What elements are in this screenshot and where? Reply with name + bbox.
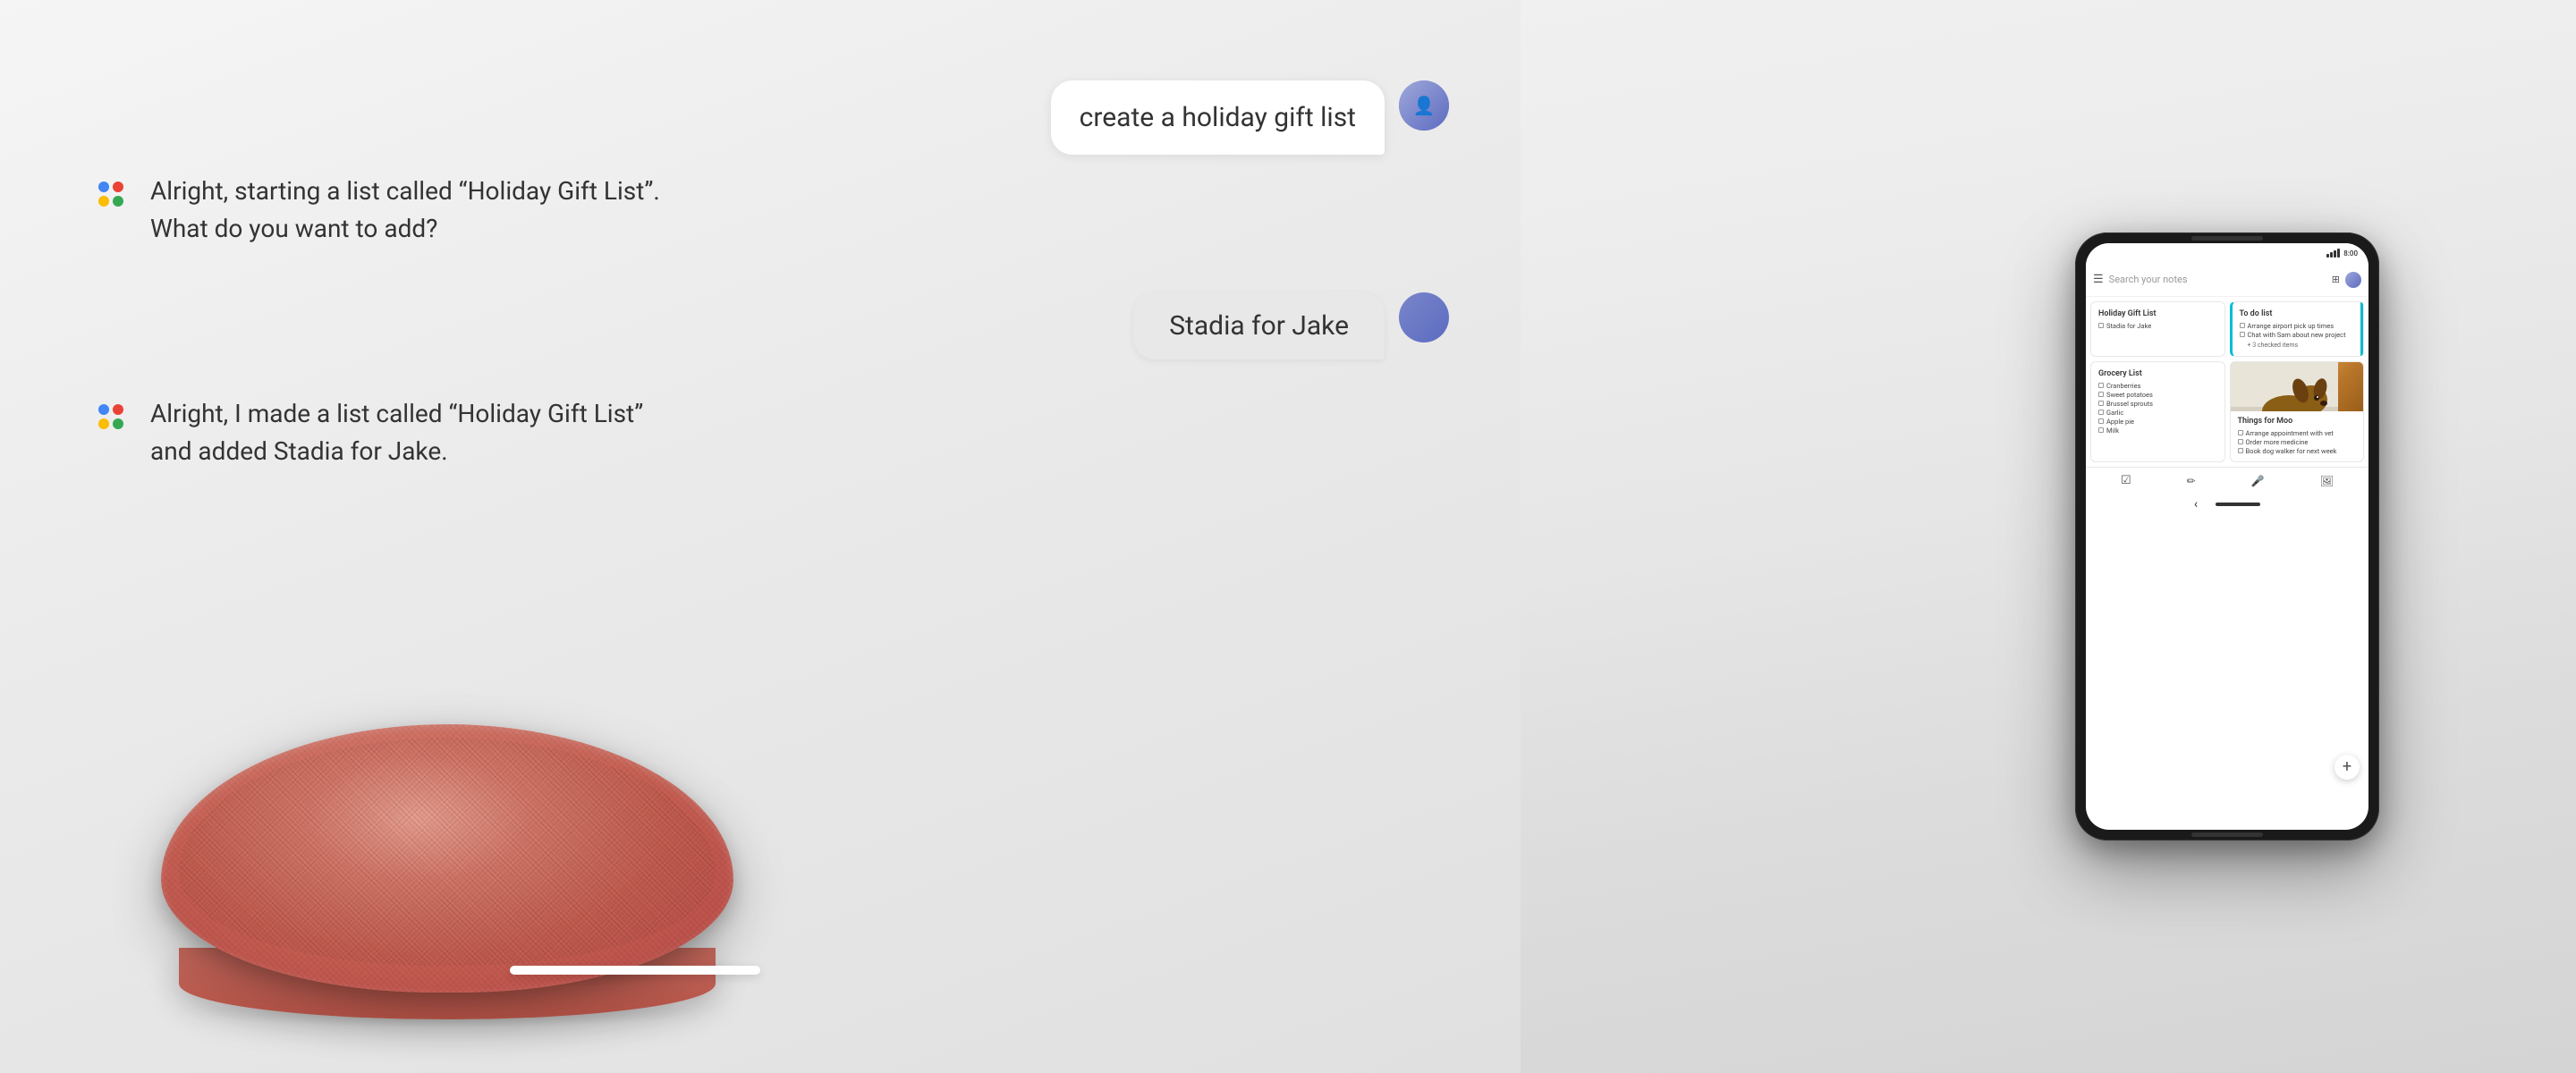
note-grocery-list[interactable]: Grocery List Cranberries Sweet potatoes … — [2090, 361, 2225, 462]
note-title-moo: Things for Moo — [2238, 417, 2357, 426]
checkbox-garlic — [2098, 410, 2104, 415]
chat-area: create a holiday gift list 👤 Alright, st… — [0, 0, 1521, 1073]
phone-frame: 8:00 ☰ Search your notes ⊞ Holiday Gift … — [2075, 232, 2379, 841]
checkbox-sam — [2240, 332, 2245, 337]
toolbar-checklist-icon[interactable]: ☑ — [2121, 474, 2131, 487]
dog-photo — [2231, 362, 2364, 411]
dot-green — [113, 196, 123, 207]
toolbar-image-icon[interactable]: 🖼 — [2320, 475, 2334, 487]
note-title-grocery: Grocery List — [2098, 369, 2217, 378]
google-home-mini-speaker — [89, 697, 805, 1037]
note-title-todo: To do list — [2240, 309, 2359, 318]
search-input-label[interactable]: Search your notes — [2109, 274, 2326, 285]
user-avatar-2 — [1399, 292, 1449, 342]
phone-top-speaker — [2191, 236, 2263, 241]
more-items-label: + 3 checked items — [2240, 342, 2359, 349]
checkbox-airport — [2240, 323, 2245, 328]
checkbox-milk — [2098, 427, 2104, 433]
back-button[interactable]: ‹ — [2194, 497, 2198, 511]
phone-bottom-speaker — [2191, 832, 2263, 837]
search-right-controls: ⊞ — [2332, 272, 2361, 288]
dog-svg — [2231, 362, 2338, 411]
signal-icon — [2326, 249, 2340, 258]
hamburger-menu-icon[interactable]: ☰ — [2093, 273, 2104, 286]
google-dots-grid-2 — [98, 404, 123, 429]
speaker-cable — [510, 966, 760, 975]
stadia-bubble: Stadia for Jake — [1133, 292, 1385, 359]
note-item-airport: Arrange airport pick up times — [2240, 322, 2359, 330]
user-message-1-text: create a holiday gift list — [1080, 102, 1356, 133]
user-message-2-container: Stadia for Jake — [72, 292, 1449, 359]
google-dots-grid — [98, 182, 123, 207]
dot-blue-2 — [98, 404, 109, 415]
note-item-sweet-potatoes: Sweet potatoes — [2098, 391, 2217, 399]
signal-bar-4 — [2337, 249, 2340, 258]
checkbox-apple-pie — [2098, 418, 2104, 424]
todo-stripe — [2360, 302, 2363, 356]
note-todo-list[interactable]: To do list Arrange airport pick up times… — [2230, 301, 2365, 357]
battery-level: 8:00 — [2343, 249, 2358, 258]
dot-green-2 — [113, 418, 123, 429]
note-item-milk: Milk — [2098, 427, 2217, 435]
search-bar[interactable]: ☰ Search your notes ⊞ — [2086, 263, 2368, 297]
time-display: 8:00 — [2343, 249, 2358, 258]
signal-bar-1 — [2326, 254, 2329, 258]
toolbar-pen-icon[interactable]: ✏ — [2187, 475, 2196, 487]
speaker-body — [161, 724, 733, 993]
things-for-moo-content: Things for Moo Arrange appointment with … — [2231, 411, 2364, 461]
checkbox-dog-walker — [2238, 448, 2243, 453]
checkbox-sweet-potatoes — [2098, 392, 2104, 397]
note-item-brussel-sprouts: Brussel sprouts — [2098, 400, 2217, 408]
note-item-stadia: Stadia for Jake — [2098, 322, 2217, 330]
note-item-chat-sam: Chat with Sam about new project — [2240, 331, 2359, 339]
note-item-medicine: Order more medicine — [2238, 438, 2357, 446]
signal-bar-3 — [2334, 250, 2336, 258]
note-holiday-gift-list[interactable]: Holiday Gift List Stadia for Jake — [2090, 301, 2225, 357]
note-item-vet: Arrange appointment with vet — [2238, 429, 2357, 437]
note-title-holiday: Holiday Gift List — [2098, 309, 2217, 318]
assistant-response-2-container: Alright, I made a list called “Holiday G… — [89, 395, 1449, 470]
signal-bar-2 — [2330, 252, 2333, 258]
bottom-toolbar: ☑ ✏ 🎤 🖼 — [2086, 467, 2368, 494]
phone-container: 8:00 ☰ Search your notes ⊞ Holiday Gift … — [2075, 18, 2379, 1055]
assistant-response-1-container: Alright, starting a list called “Holiday… — [89, 173, 1449, 248]
user-message-2-text: Stadia for Jake — [1169, 310, 1349, 342]
dot-red — [113, 182, 123, 192]
fab-plus-icon: + — [2343, 759, 2351, 775]
nav-bar: ‹ — [2086, 494, 2368, 515]
user-message-1-container: create a holiday gift list 👤 — [72, 80, 1449, 155]
google-assistant-icon — [89, 173, 132, 215]
google-assistant-icon-2 — [89, 395, 132, 438]
user-avatar: 👤 — [1399, 80, 1449, 131]
note-item-cranberries: Cranberries — [2098, 382, 2217, 390]
note-item-dog-walker: Book dog walker for next week — [2238, 447, 2357, 455]
checkbox-stadia — [2098, 323, 2104, 328]
grid-view-icon[interactable]: ⊞ — [2332, 274, 2340, 285]
assistant-message-2-text: Alright, I made a list called “Holiday G… — [150, 395, 643, 470]
checkbox-medicine — [2238, 439, 2243, 444]
checkbox-brussel — [2098, 401, 2104, 406]
checkbox-vet — [2238, 430, 2243, 435]
dot-yellow-2 — [98, 418, 109, 429]
notes-grid: Holiday Gift List Stadia for Jake To do … — [2086, 297, 2368, 467]
dot-red-2 — [113, 404, 123, 415]
dot-yellow — [98, 196, 109, 207]
user-bubble-1: create a holiday gift list — [1051, 80, 1385, 155]
phone-screen: 8:00 ☰ Search your notes ⊞ Holiday Gift … — [2086, 243, 2368, 830]
note-item-apple-pie: Apple pie — [2098, 418, 2217, 426]
user-profile-icon[interactable] — [2345, 272, 2361, 288]
note-things-for-moo[interactable]: Things for Moo Arrange appointment with … — [2230, 361, 2365, 462]
toolbar-mic-icon[interactable]: 🎤 — [2251, 475, 2265, 487]
home-indicator[interactable] — [2216, 503, 2260, 506]
fab-add-button[interactable]: + — [2334, 755, 2360, 780]
assistant-message-1-text: Alright, starting a list called “Holiday… — [150, 173, 660, 248]
note-item-garlic: Garlic — [2098, 409, 2217, 417]
dot-blue — [98, 182, 109, 192]
status-bar-right: 8:00 — [2326, 249, 2358, 258]
status-bar: 8:00 — [2086, 243, 2368, 263]
checkbox-cranberries — [2098, 383, 2104, 388]
avatar-initials: 👤 — [1399, 80, 1449, 131]
